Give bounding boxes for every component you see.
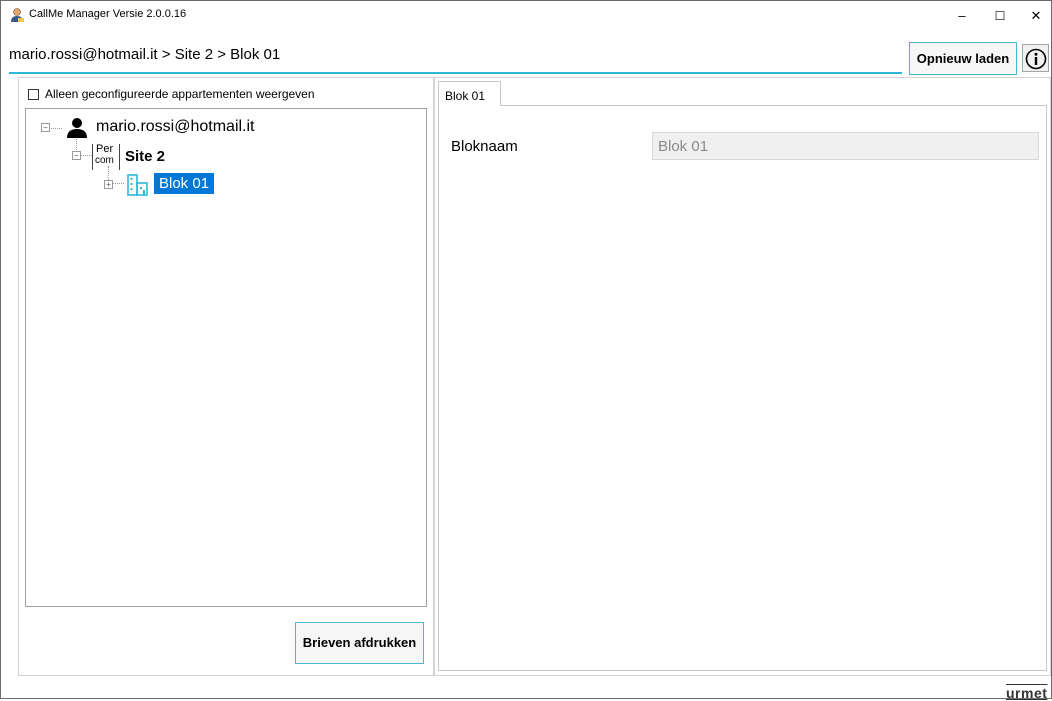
tab-block[interactable]: Blok 01 xyxy=(438,81,501,106)
close-button[interactable]: ✕ xyxy=(1019,1,1052,31)
collapse-icon[interactable]: − xyxy=(72,151,81,160)
tab-content xyxy=(438,105,1047,671)
title-bar: CallMe Manager Versie 2.0.0.16 – ☐ ✕ xyxy=(1,1,1051,31)
breadcrumb: mario.rossi@hotmail.it > Site 2 > Blok 0… xyxy=(9,46,281,63)
tree-node-block[interactable]: + Blok 01 xyxy=(100,172,260,198)
block-name-field[interactable]: Blok 01 xyxy=(652,132,1039,160)
minimize-button[interactable]: – xyxy=(945,1,979,31)
tree-node-site-label[interactable]: Site 2 xyxy=(125,148,165,165)
expand-icon[interactable]: + xyxy=(104,180,113,189)
user-icon xyxy=(66,117,88,144)
reload-button[interactable]: Opnieuw laden xyxy=(909,42,1017,75)
site-tree[interactable]: − mario.rossi@hotmail.it − Per com Site … xyxy=(25,108,427,607)
tree-node-account[interactable]: − mario.rossi@hotmail.it xyxy=(36,117,266,139)
print-letters-button[interactable]: Brieven afdrukken xyxy=(295,622,424,664)
collapse-icon[interactable]: − xyxy=(41,123,50,132)
percom-logo-icon: Per com xyxy=(92,144,120,170)
info-button[interactable] xyxy=(1022,44,1049,72)
breadcrumb-underline xyxy=(9,72,902,74)
main-window: CallMe Manager Versie 2.0.0.16 – ☐ ✕ mar… xyxy=(0,0,1052,701)
building-icon xyxy=(126,173,150,202)
tree-node-site[interactable]: − Per com Site 2 xyxy=(68,144,268,170)
configured-only-checkbox[interactable] xyxy=(28,89,39,100)
window-title: CallMe Manager Versie 2.0.0.16 xyxy=(29,8,187,20)
tree-node-account-label[interactable]: mario.rossi@hotmail.it xyxy=(96,118,255,136)
configured-only-label[interactable]: Alleen geconfigureerde appartementen wee… xyxy=(45,87,315,101)
tree-node-block-label[interactable]: Blok 01 xyxy=(154,173,215,194)
app-user-icon xyxy=(9,7,25,23)
block-name-label: Bloknaam xyxy=(451,138,518,155)
maximize-button[interactable]: ☐ xyxy=(983,1,1017,31)
info-icon xyxy=(1025,48,1047,70)
